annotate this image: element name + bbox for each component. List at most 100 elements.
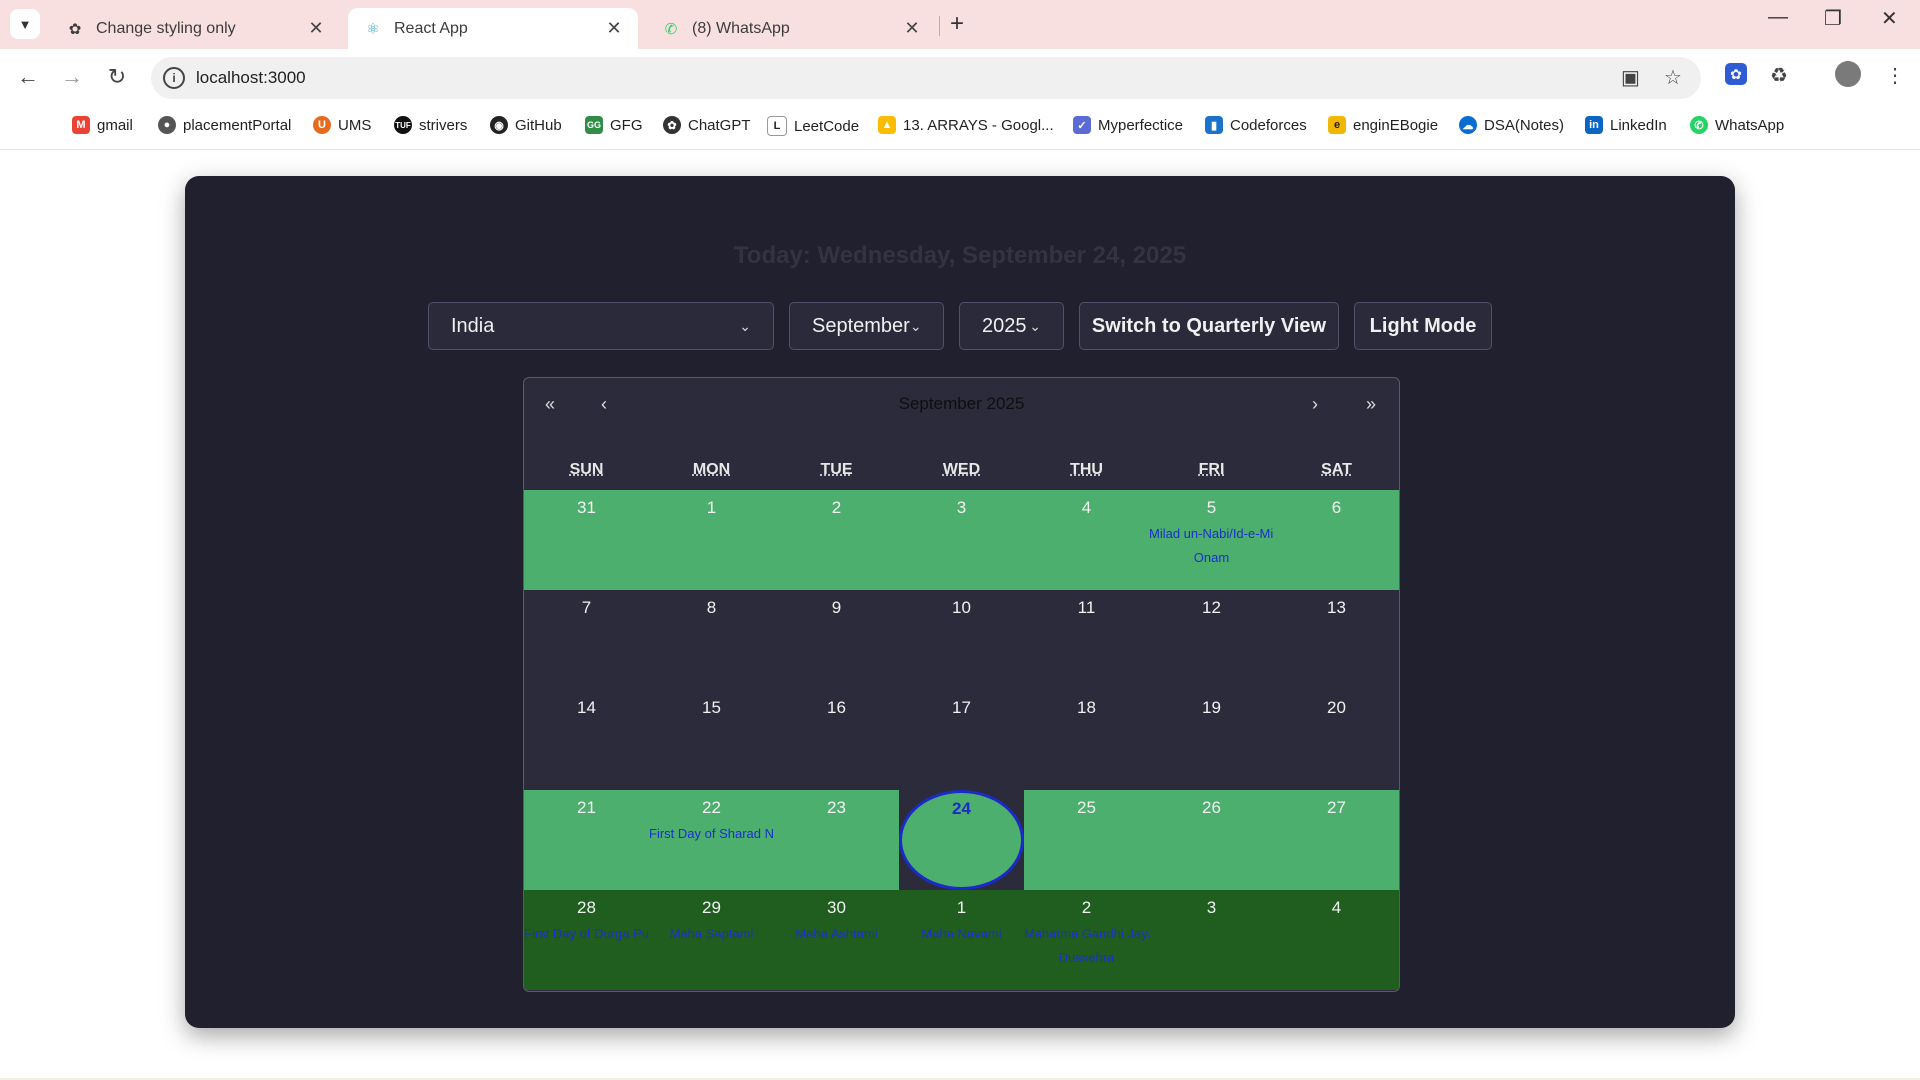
day-cell[interactable]: 20 <box>1274 690 1399 790</box>
day-cell[interactable]: 23 <box>774 790 899 890</box>
day-cell[interactable]: 4 <box>1274 890 1399 990</box>
day-number: 6 <box>1331 498 1342 517</box>
close-icon[interactable]: ✕ <box>902 18 922 39</box>
bookmark-github[interactable]: ◉ GitHub <box>490 116 562 134</box>
whatsapp-icon: ✆ <box>664 20 678 38</box>
day-cell[interactable]: 17 <box>899 690 1024 790</box>
tab-whatsapp[interactable]: ✆ (8) WhatsApp ✕ <box>646 8 936 49</box>
bookmark-leetcode[interactable]: L LeetCode <box>767 116 859 136</box>
bookmark-whatsapp[interactable]: ✆ WhatsApp <box>1690 116 1784 134</box>
bookmark-dsa-notes[interactable]: ☁ DSA(Notes) <box>1459 116 1564 134</box>
day-cell[interactable]: 15 <box>649 690 774 790</box>
year-select[interactable]: 2025 ⌄ <box>959 302 1064 350</box>
bookmark-ums[interactable]: U UMS <box>313 116 371 134</box>
day-cell[interactable]: 2 <box>774 490 899 590</box>
day-cell[interactable]: 6 <box>1274 490 1399 590</box>
close-window-button[interactable]: ✕ <box>1881 6 1898 31</box>
back-button[interactable]: ← <box>14 64 42 90</box>
bookmark-arrays-drive[interactable]: ▲ 13. ARRAYS - Googl... <box>878 116 1054 134</box>
day-cell[interactable]: 16 <box>774 690 899 790</box>
google-drive-icon: ▲ <box>878 116 896 134</box>
tab-search-dropdown[interactable]: ▼ <box>10 9 40 39</box>
theme-toggle-button[interactable]: Light Mode <box>1354 302 1492 350</box>
chatgpt-icon: ✿ <box>68 20 82 38</box>
profile-avatar[interactable] <box>1835 61 1861 87</box>
close-icon[interactable]: ✕ <box>604 18 624 39</box>
bookmark-chatgpt[interactable]: ✿ ChatGPT <box>663 116 751 134</box>
bookmark-label: 13. ARRAYS - Googl... <box>903 116 1054 134</box>
day-cell[interactable]: 14 <box>524 690 649 790</box>
tab-react-app[interactable]: ⚛ React App ✕ <box>348 8 638 49</box>
minimize-button[interactable]: — <box>1768 6 1788 29</box>
address-bar[interactable]: i localhost:3000 ▣ ☆ <box>151 57 1701 99</box>
day-cell[interactable]: 21 <box>524 790 649 890</box>
day-cell[interactable]: 29 Maha Saptami <box>649 890 774 990</box>
day-cell[interactable]: 11 <box>1024 590 1149 690</box>
next-year-button[interactable]: » <box>1366 394 1376 415</box>
bookmark-gmail[interactable]: Mgmail <box>72 116 133 134</box>
day-cell[interactable]: 1 <box>649 490 774 590</box>
bookmark-strivers[interactable]: TUF strivers <box>394 116 467 134</box>
day-cell[interactable]: 28 First Day of Durga Puja Festivities <box>524 890 649 990</box>
ums-icon: U <box>313 116 331 134</box>
day-cell[interactable]: 3 <box>1149 890 1274 990</box>
day-number: 3 <box>1206 898 1217 917</box>
day-cell[interactable]: 19 <box>1149 690 1274 790</box>
day-cell[interactable]: 18 <box>1024 690 1149 790</box>
install-app-icon[interactable]: ▣ <box>1621 65 1640 90</box>
forward-button[interactable]: → <box>58 64 86 90</box>
bookmark-myperfectice[interactable]: ✓ Myperfectice <box>1073 116 1183 134</box>
day-cell[interactable]: 10 <box>899 590 1024 690</box>
extensions-icon[interactable]: ♻ <box>1770 63 1788 88</box>
day-cell[interactable]: 31 <box>524 490 649 590</box>
bookmark-enginebogie[interactable]: e enginEBogie <box>1328 116 1438 134</box>
country-select[interactable]: India ⌄ <box>428 302 774 350</box>
gfg-icon: GG <box>585 116 603 134</box>
tab-change-styling[interactable]: ✿ Change styling only ✕ <box>50 8 340 49</box>
bookmark-codeforces[interactable]: ▮ Codeforces <box>1205 116 1307 134</box>
day-cell[interactable]: 5 Milad un-Nabi/Id-e-Milad Onam <box>1149 490 1274 590</box>
day-cell[interactable]: 3 <box>899 490 1024 590</box>
extension-chatgpt-icon[interactable]: ✿ <box>1725 63 1747 85</box>
prev-year-button[interactable]: « <box>545 394 555 415</box>
bookmark-placementportal[interactable]: ● placementPortal <box>158 116 291 134</box>
day-cell[interactable]: 22 First Day of Sharad Navratri <box>649 790 774 890</box>
day-number: 24 <box>952 799 971 818</box>
bookmark-linkedin[interactable]: in LinkedIn <box>1585 116 1667 134</box>
day-cell[interactable]: 8 <box>649 590 774 690</box>
day-cell[interactable]: 25 <box>1024 790 1149 890</box>
new-tab-button[interactable]: + <box>950 10 964 38</box>
minimize-icon: — <box>1768 6 1788 28</box>
star-icon[interactable]: ☆ <box>1664 65 1682 90</box>
prev-month-button[interactable]: ‹ <box>601 394 607 415</box>
day-cell-today[interactable]: 24 <box>899 790 1024 890</box>
more-menu-icon[interactable]: ⋮ <box>1885 63 1905 88</box>
day-number: 30 <box>827 898 846 917</box>
bookmark-gfg[interactable]: GG GFG <box>585 116 643 134</box>
day-cell[interactable]: 9 <box>774 590 899 690</box>
bookmark-label: GFG <box>610 116 643 134</box>
month-select[interactable]: September ⌄ <box>789 302 944 350</box>
next-month-button[interactable]: › <box>1312 394 1318 415</box>
day-cell[interactable]: 4 <box>1024 490 1149 590</box>
day-cell[interactable]: 13 <box>1274 590 1399 690</box>
site-info-icon[interactable]: i <box>163 67 185 89</box>
bookmark-label: Codeforces <box>1230 116 1307 134</box>
weekday-header: WED <box>942 461 981 478</box>
day-number: 19 <box>1202 698 1221 717</box>
day-cell[interactable]: 26 <box>1149 790 1274 890</box>
restore-button[interactable]: ❐ <box>1824 6 1842 31</box>
day-cell[interactable]: 7 <box>524 590 649 690</box>
day-number: 22 <box>702 798 721 817</box>
url-text[interactable]: localhost:3000 <box>196 68 306 88</box>
close-icon[interactable]: ✕ <box>306 18 326 39</box>
day-cell[interactable]: 27 <box>1274 790 1399 890</box>
myperfectice-icon: ✓ <box>1073 116 1091 134</box>
day-cell[interactable]: 1 Maha Navami <box>899 890 1024 990</box>
day-cell[interactable]: 12 <box>1149 590 1274 690</box>
day-cell[interactable]: 2 Mahatma Gandhi Jayanti Dussehra <box>1024 890 1149 990</box>
reload-button[interactable]: ↻ <box>103 64 131 90</box>
switch-view-button[interactable]: Switch to Quarterly View <box>1079 302 1339 350</box>
day-number: 2 <box>831 498 842 517</box>
day-cell[interactable]: 30 Maha Ashtami <box>774 890 899 990</box>
